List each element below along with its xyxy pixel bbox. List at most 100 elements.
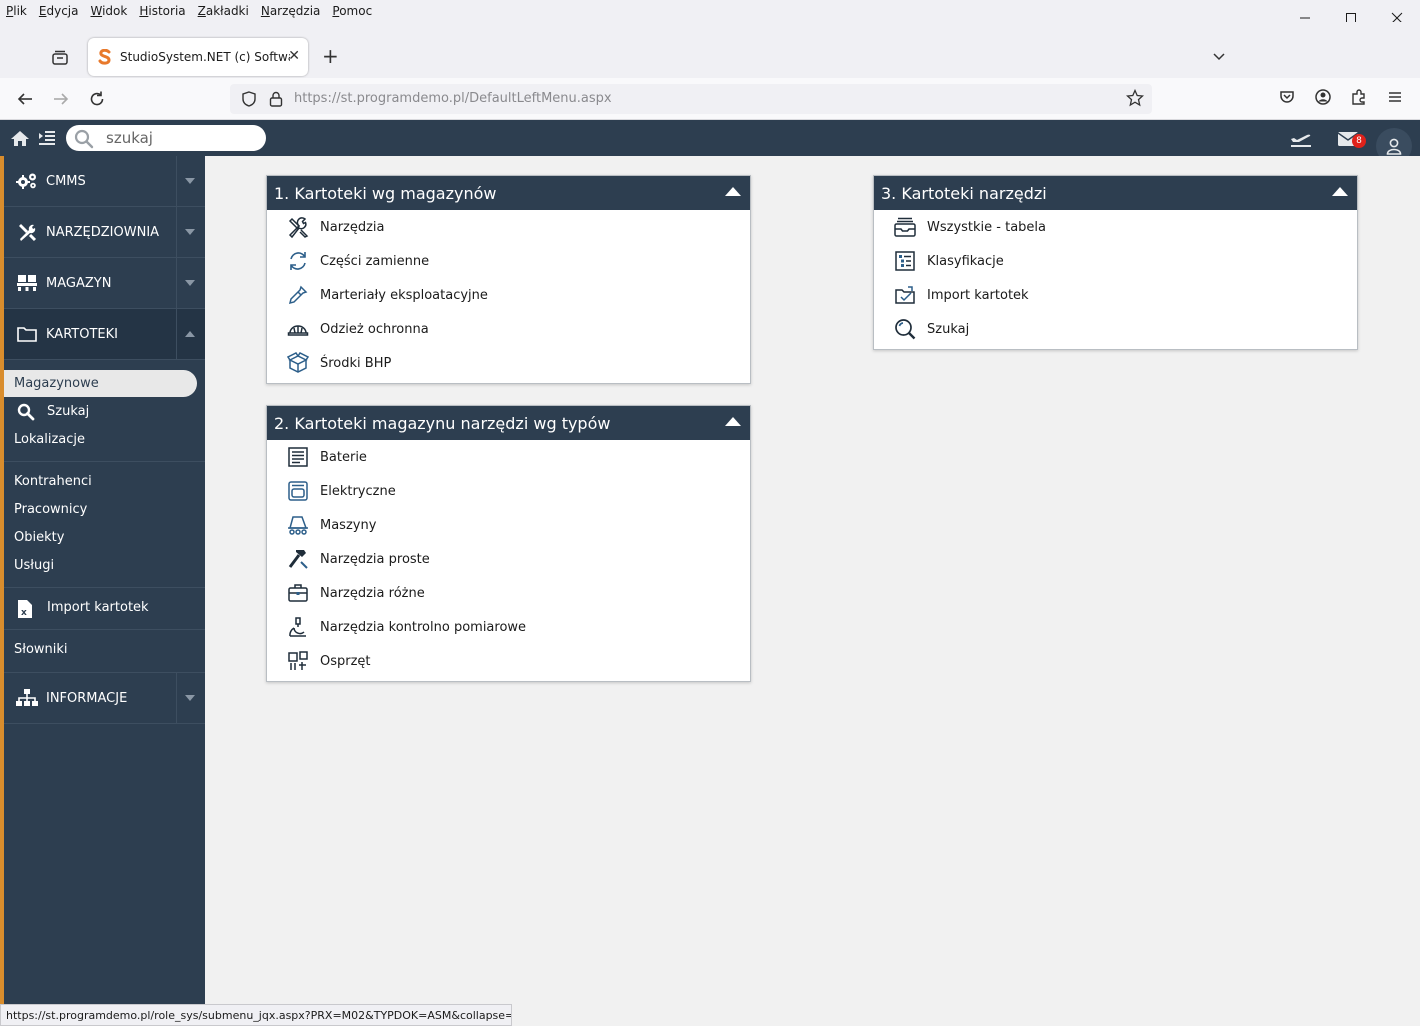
panel-item-czesci-zamienne[interactable]: Części zamienne	[286, 249, 429, 273]
shield-icon[interactable]	[240, 90, 258, 108]
panel-title: 1. Kartoteki wg magazynów	[274, 183, 497, 203]
collapse-up-icon[interactable]	[1332, 186, 1348, 196]
sidebar-item-lokalizacje[interactable]: Lokalizacje	[14, 432, 85, 447]
tools-icon	[16, 222, 38, 242]
panel-item-label: Narzędzia proste	[320, 551, 430, 567]
caret-down-icon[interactable]	[176, 673, 202, 723]
panel-title: 2. Kartoteki magazynu narzędzi wg typów	[274, 413, 611, 433]
panel-item-label: Osprzęt	[320, 653, 371, 669]
panel-kartoteki-wg-typow: 2. Kartoteki magazynu narzędzi wg typów …	[266, 405, 751, 682]
panel-item-baterie[interactable]: Baterie	[286, 445, 367, 469]
pocket-icon[interactable]	[1278, 88, 1296, 106]
menu-widok[interactable]: Widok	[90, 4, 127, 18]
caret-down-icon[interactable]	[176, 207, 202, 257]
panel-item-odziez-ochronna[interactable]: Odzież ochronna	[286, 317, 429, 341]
arrow-right-icon	[54, 93, 69, 105]
panel-item-import-kartotek[interactable]: Import kartotek	[893, 283, 1029, 307]
extensions-icon[interactable]	[1350, 88, 1368, 106]
panel-header[interactable]: 3. Kartoteki narzędzi	[874, 176, 1357, 210]
panel-item-materialy-eksploatacyjne[interactable]: Marteriały eksploatacyjne	[286, 283, 488, 307]
forward-button[interactable]	[50, 88, 72, 110]
arrow-left-icon	[17, 93, 32, 105]
plane-departure-icon[interactable]	[1290, 131, 1312, 147]
new-tab-button[interactable]: +	[322, 44, 339, 68]
collapse-up-icon[interactable]	[725, 186, 741, 196]
tab-strip: StudioSystem.NET (c) SoftwareStudio ✕ +	[0, 22, 1420, 78]
sidebar-item-szukaj[interactable]: Szukaj	[47, 404, 89, 419]
sidebar-item-kontrahenci[interactable]: Kontrahenci	[14, 474, 92, 489]
menu-edycja[interactable]: Edycja	[39, 4, 79, 18]
caret-down-icon[interactable]	[176, 258, 202, 308]
navigation-bar: https://st.programdemo.pl/DefaultLeftMen…	[0, 78, 1420, 120]
caret-down-icon[interactable]	[176, 156, 202, 206]
panel-item-osprzet[interactable]: Osprzęt	[286, 649, 371, 673]
panel-item-label: Marteriały eksploatacyjne	[320, 287, 488, 303]
panel-item-narzedzia-kontrolno-pomiarowe[interactable]: Narzędzia kontrolno pomiarowe	[286, 615, 526, 639]
magnifier-icon	[893, 317, 917, 341]
panel-header[interactable]: 2. Kartoteki magazynu narzędzi wg typów	[267, 406, 750, 440]
sidebar-item-import-kartotek[interactable]: Import kartotek	[47, 600, 149, 615]
home-icon[interactable]	[10, 129, 30, 147]
panel-item-narzedzia-rozne[interactable]: Narzędzia różne	[286, 581, 425, 605]
accessories-icon	[286, 649, 310, 673]
folder-icon	[16, 324, 38, 344]
sidebar-section-cmms[interactable]: CMMS	[4, 156, 205, 207]
menu-zakladki[interactable]: Zakładki	[198, 4, 249, 18]
hamburger-menu-icon[interactable]	[1386, 88, 1404, 106]
panel-item-maszyny[interactable]: Maszyny	[286, 513, 376, 537]
panel-item-narzedzia-proste[interactable]: Narzędzia proste	[286, 547, 430, 571]
sidebar-section-informacje[interactable]: INFORMACJE	[4, 673, 205, 724]
panel-kartoteki-narzedzi: 3. Kartoteki narzędzi Wszystkie - tabela…	[873, 175, 1358, 350]
menu-plik[interactable]: Plik	[6, 4, 27, 18]
collapse-up-icon[interactable]	[725, 416, 741, 426]
hard-hat-icon	[286, 317, 310, 341]
account-icon[interactable]	[1314, 88, 1332, 106]
panel-item-elektryczne[interactable]: Elektryczne	[286, 479, 396, 503]
sidebar-divider	[4, 461, 205, 462]
panel-item-narzedzia[interactable]: Narzędzia	[286, 215, 385, 239]
caret-up-icon[interactable]	[176, 309, 202, 359]
sidebar-item-magazynowe[interactable]: Magazynowe	[14, 376, 99, 391]
panel-item-srodki-bhp[interactable]: Środki BHP	[286, 351, 391, 375]
panel-item-label: Narzędzia kontrolno pomiarowe	[320, 619, 527, 635]
hammer-icon	[286, 547, 310, 571]
lock-icon[interactable]	[268, 90, 284, 108]
active-tab[interactable]: StudioSystem.NET (c) SoftwareStudio ✕	[88, 38, 308, 76]
url-host: https://st.programdemo.pl	[294, 91, 465, 106]
panel-item-wszystkie-tabela[interactable]: Wszystkie - tabela	[893, 215, 1046, 239]
panel-item-label: Narzędzia	[320, 219, 385, 235]
tab-list-icon[interactable]	[50, 48, 70, 68]
tab-close-icon[interactable]: ✕	[288, 48, 300, 64]
refresh-arrows-icon	[286, 249, 310, 273]
panel-item-label: Narzędzia różne	[320, 585, 425, 601]
menu-narzedzia[interactable]: Narzędzia	[261, 4, 321, 18]
panel-header[interactable]: 1. Kartoteki wg magazynów	[267, 176, 750, 210]
url-bar[interactable]: https://st.programdemo.pl/DefaultLeftMen…	[230, 84, 1152, 114]
chevron-down-icon[interactable]	[1212, 50, 1226, 64]
sidebar-section-magazyn[interactable]: MAGAZYN	[4, 258, 205, 309]
menu-pomoc[interactable]: Pomoc	[332, 4, 372, 18]
search-input[interactable]	[106, 128, 256, 148]
panel-item-klasyfikacje[interactable]: Klasyfikacje	[893, 249, 1004, 273]
excel-file-icon: x	[18, 600, 32, 618]
search-icon	[17, 403, 35, 421]
indent-list-icon[interactable]	[38, 129, 56, 147]
sidebar-section-kartoteki[interactable]: KARTOTEKI	[4, 309, 205, 360]
pipette-icon	[286, 283, 310, 307]
menu-historia[interactable]: Historia	[139, 4, 185, 18]
url-path: /DefaultLeftMenu.aspx	[464, 91, 612, 106]
search-icon[interactable]	[74, 129, 94, 149]
sidebar-item-slowniki[interactable]: Słowniki	[14, 642, 68, 657]
browser-menu-bar: Plik Edycja Widok Historia Zakładki Narz…	[0, 0, 1420, 22]
panel-item-label: Odzież ochronna	[320, 321, 429, 337]
sidebar-item-obiekty[interactable]: Obiekty	[14, 530, 64, 545]
panel-item-label: Elektryczne	[320, 483, 396, 499]
sidebar-item-pracownicy[interactable]: Pracownicy	[14, 502, 87, 517]
panel-item-szukaj[interactable]: Szukaj	[893, 317, 969, 341]
sidebar-item-uslugi[interactable]: Usługi	[14, 558, 54, 573]
back-button[interactable]	[14, 88, 36, 110]
sidebar-section-narzedziownia[interactable]: NARZĘDZIOWNIA	[4, 207, 205, 258]
app-header: 8	[0, 120, 1420, 164]
star-icon[interactable]	[1126, 89, 1144, 107]
reload-button[interactable]	[86, 88, 108, 110]
